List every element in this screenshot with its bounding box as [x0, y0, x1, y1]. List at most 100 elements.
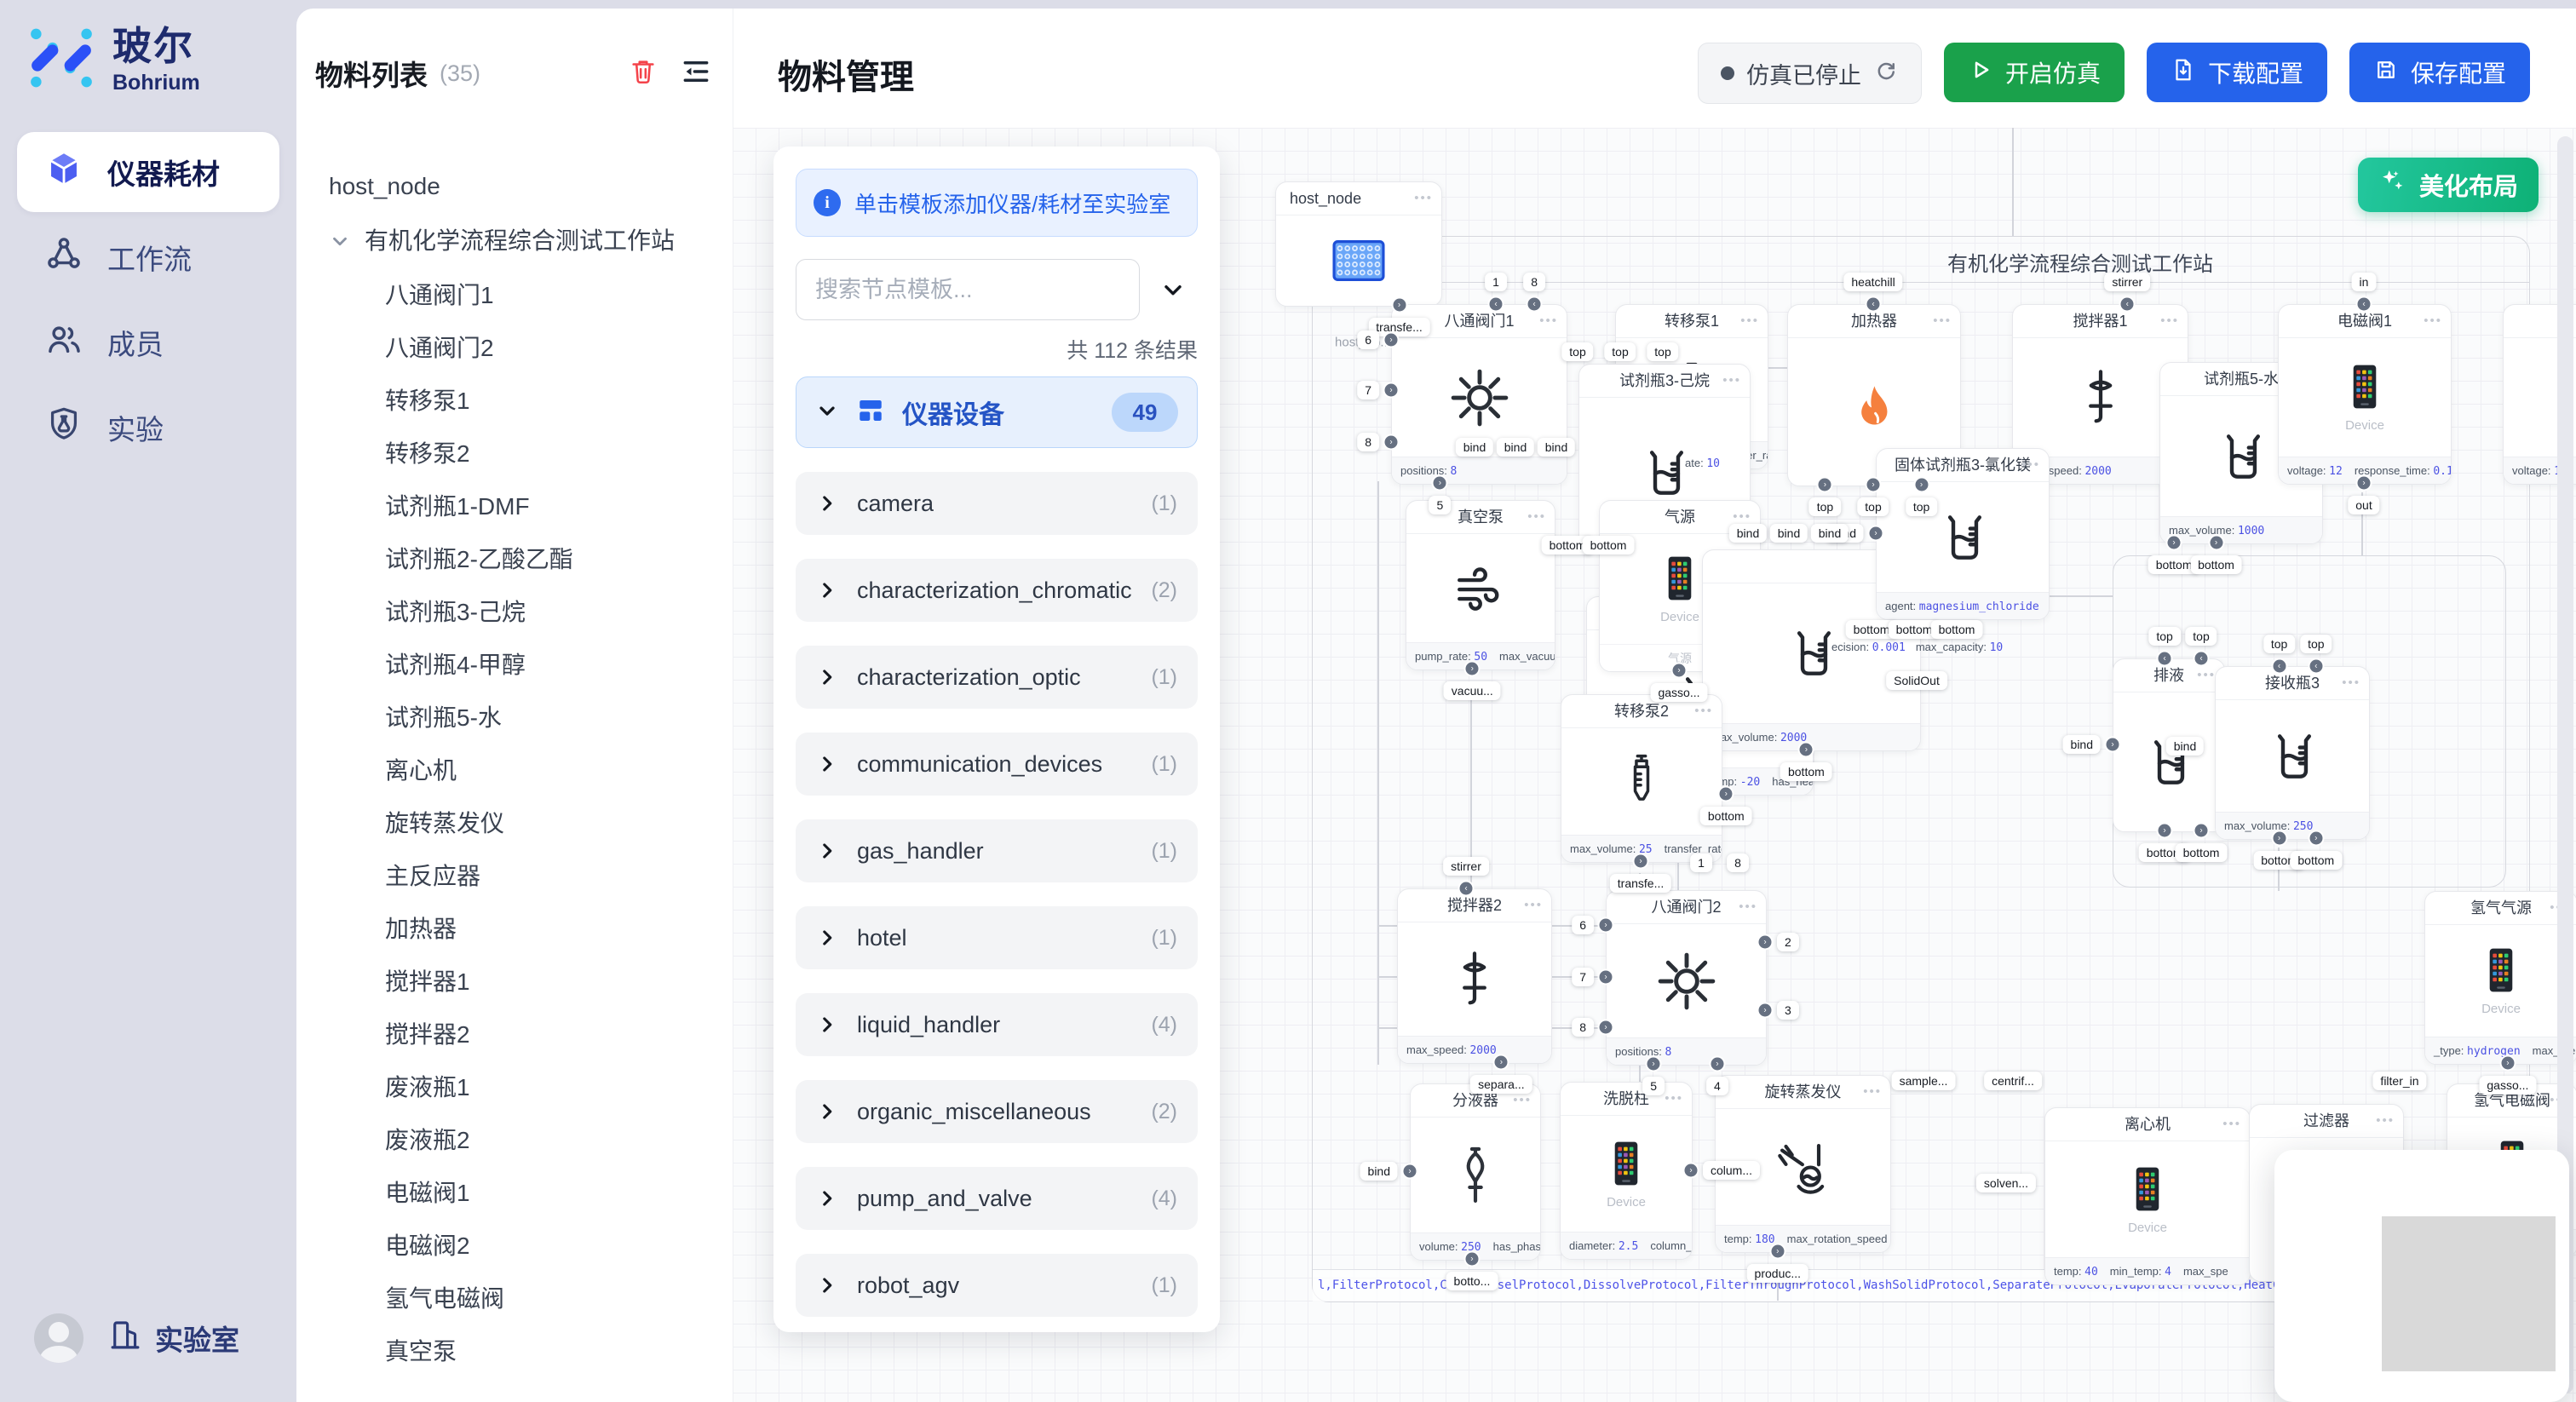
beautify-layout-button[interactable]: 美化布局 [2358, 158, 2539, 212]
node-menu-icon[interactable]: ••• [2342, 667, 2360, 699]
category-row-gas_handler[interactable]: gas_handler (1) [796, 819, 1198, 882]
port-handle[interactable]: › [1495, 1056, 1508, 1069]
category-row-camera[interactable]: camera (1) [796, 472, 1198, 535]
node-menu-icon[interactable]: ••• [2424, 305, 2442, 337]
sidebar-item-experiment[interactable]: 实验 [17, 388, 279, 468]
canvas-node-接收瓶3[interactable]: 接收瓶3•••max_volume: 250 [2215, 666, 2370, 840]
node-menu-icon[interactable]: ••• [2376, 1105, 2395, 1137]
node-menu-icon[interactable]: ••• [1739, 891, 1757, 923]
tree-item[interactable]: 试剂瓶4-甲醇 [329, 639, 724, 692]
port-handle[interactable]: › [1385, 334, 1398, 347]
port-handle[interactable]: ‹ [2309, 660, 2322, 673]
start-simulation-button[interactable]: 开启仿真 [1944, 43, 2125, 102]
canvas-node-转移泵2[interactable]: 转移泵2•••max_volume: 25transfer_rate: 10 [1561, 694, 1722, 863]
download-config-button[interactable]: 下载配置 [2147, 43, 2327, 102]
port-handle[interactable]: › [1635, 855, 1647, 868]
port-handle[interactable]: › [1600, 918, 1613, 931]
canvas-node-host_node[interactable]: host_node••• [1275, 181, 1442, 307]
port-handle[interactable]: › [2358, 477, 2371, 490]
port-handle[interactable]: › [1434, 477, 1446, 490]
node-menu-icon[interactable]: ••• [1524, 889, 1543, 922]
port-handle[interactable]: › [2309, 832, 2322, 845]
node-menu-icon[interactable]: ••• [2021, 449, 2040, 481]
collapse-panel-icon[interactable] [680, 55, 712, 92]
node-menu-icon[interactable]: ••• [1414, 182, 1433, 215]
canvas-node-氢气气源[interactable]: 氢气气源•••Device_type: hydrogenmax_pre [2424, 891, 2576, 1065]
port-handle[interactable]: › [1673, 664, 1686, 677]
port-handle[interactable]: › [1393, 299, 1406, 312]
tree-item[interactable]: 转移泵1 [329, 375, 724, 428]
canvas-node-洗脱柱[interactable]: 洗脱柱•••Devicediameter: 2.5column_type: si [1560, 1082, 1693, 1260]
tree-item[interactable]: 搅拌器1 [329, 956, 724, 1008]
simulation-status-badge[interactable]: 仿真已停止 [1698, 43, 1922, 104]
port-handle[interactable]: › [2107, 738, 2119, 751]
port-handle[interactable]: ‹ [1490, 298, 1503, 311]
port-handle[interactable]: › [2195, 825, 2208, 837]
port-handle[interactable]: › [2501, 1057, 2514, 1070]
sidebar-item-lab[interactable]: 实验室 [107, 1317, 239, 1359]
port-handle[interactable]: › [1466, 663, 1479, 675]
port-handle[interactable]: › [1385, 383, 1398, 396]
chevron-down-icon[interactable] [1148, 265, 1198, 314]
tree-item[interactable]: 废液瓶1 [329, 1061, 724, 1114]
port-handle[interactable]: › [1800, 744, 1813, 756]
node-menu-icon[interactable]: ••• [1740, 305, 1759, 337]
node-menu-icon[interactable]: ••• [1933, 305, 1952, 337]
tree-item-root[interactable]: host_node [329, 160, 724, 213]
port-handle[interactable]: › [1600, 1021, 1613, 1034]
port-handle[interactable]: › [1711, 1058, 1723, 1071]
port-handle[interactable]: ‹ [2121, 298, 2134, 311]
tree-item[interactable]: 八通阀门1 [329, 269, 724, 322]
node-menu-icon[interactable]: ••• [1665, 1083, 1683, 1115]
category-row-characterization_optic[interactable]: characterization_optic (1) [796, 646, 1198, 709]
node-menu-icon[interactable]: ••• [1527, 501, 1546, 533]
category-row-liquid_handler[interactable]: liquid_handler (4) [796, 993, 1198, 1056]
port-handle[interactable]: › [1404, 1165, 1417, 1178]
category-row-organic_miscellaneous[interactable]: organic_miscellaneous (2) [796, 1080, 1198, 1143]
port-handle[interactable]: › [2273, 832, 2286, 845]
tree-item[interactable]: 转移泵2 [329, 428, 724, 480]
category-row-communication_devices[interactable]: communication_devices (1) [796, 733, 1198, 796]
category-row-hotel[interactable]: hotel (1) [796, 906, 1198, 969]
tree-item[interactable]: 试剂瓶2-乙酸乙酯 [329, 533, 724, 586]
tree-item[interactable]: 氢气电磁阀 [329, 1273, 724, 1325]
sidebar-item-instruments[interactable]: 仪器耗材 [17, 132, 279, 212]
port-handle[interactable]: ‹ [1528, 298, 1541, 311]
tree-item[interactable]: 电磁阀1 [329, 1167, 724, 1220]
node-menu-icon[interactable]: ••• [1722, 365, 1741, 397]
node-menu-icon[interactable]: ••• [2222, 1108, 2241, 1141]
port-handle[interactable]: › [2159, 825, 2171, 837]
port-handle[interactable]: › [1465, 1253, 1478, 1266]
sidebar-item-workflow[interactable]: 工作流 [17, 217, 279, 297]
tree-item[interactable]: 真空泵 [329, 1325, 724, 1378]
category-row-pump_and_valve[interactable]: pump_and_valve (4) [796, 1167, 1198, 1230]
port-handle[interactable]: › [1867, 479, 1880, 491]
canvas-node-搅拌器2[interactable]: 搅拌器2•••max_speed: 2000 [1397, 888, 1552, 1064]
user-avatar[interactable] [34, 1313, 83, 1363]
canvas-node-离心机[interactable]: 离心机•••Devicetemp: 40min_temp: 4max_spe [2044, 1107, 2251, 1285]
tree-item[interactable]: 试剂瓶1-DMF [329, 480, 724, 533]
port-handle[interactable]: ‹ [2159, 652, 2171, 665]
port-handle[interactable]: ‹ [2358, 298, 2371, 311]
port-handle[interactable]: › [1819, 479, 1831, 491]
tree-item[interactable]: 加热器 [329, 903, 724, 956]
port-handle[interactable]: › [1385, 435, 1398, 448]
port-handle[interactable]: › [1915, 479, 1928, 491]
port-handle[interactable]: › [1647, 1058, 1660, 1071]
canvas-node-固体试剂瓶3-氯化镁[interactable]: 固体试剂瓶3-氯化镁•••agent: magnesium_chlorideph… [1876, 448, 2050, 620]
port-handle[interactable]: › [1771, 1245, 1784, 1258]
canvas-node-电磁阀1[interactable]: 电磁阀1•••Devicevoltage: 12response_time: 0… [2278, 304, 2452, 485]
port-handle[interactable]: ‹ [1867, 298, 1880, 311]
canvas-node-真空泵[interactable]: 真空泵•••pump_rate: 50max_vacuum: 0.1 [1406, 500, 1555, 670]
tree-item[interactable]: 主反应器 [329, 850, 724, 903]
port-handle[interactable]: › [1600, 971, 1613, 984]
tree-item[interactable]: 旋转蒸发仪 [329, 797, 724, 850]
tree-item[interactable]: 废液瓶2 [329, 1114, 724, 1167]
category-row-robot_agv[interactable]: robot_agv (1) [796, 1254, 1198, 1317]
tree-item[interactable]: 搅拌器2 [329, 1008, 724, 1061]
node-menu-icon[interactable]: ••• [1539, 305, 1558, 337]
canvas-node-八通阀门2[interactable]: 八通阀门2•••positions: 8 [1606, 890, 1767, 1066]
template-search-input[interactable] [796, 259, 1140, 320]
tree-group[interactable]: 有机化学流程综合测试工作站 [329, 213, 724, 269]
node-menu-icon[interactable]: ••• [1863, 1076, 1882, 1108]
